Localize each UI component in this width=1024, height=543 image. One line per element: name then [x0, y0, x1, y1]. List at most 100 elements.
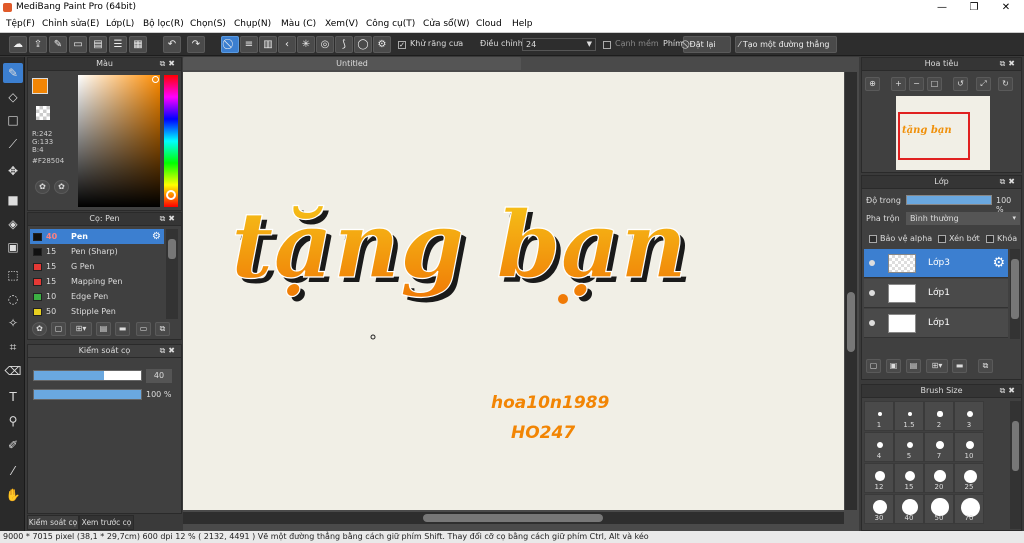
brush-size-cell[interactable]: 30: [864, 494, 894, 524]
eye-icon[interactable]: [869, 320, 875, 326]
brush-size-cell[interactable]: 25: [954, 463, 984, 493]
layer-folder-icon[interactable]: ▬: [952, 359, 967, 373]
brush-size-cell[interactable]: 50: [924, 494, 954, 524]
menu-layer[interactable]: Lớp(L): [106, 19, 134, 29]
vertical-scroll-thumb[interactable]: [847, 292, 855, 352]
horizontal-scroll-thumb[interactable]: [423, 514, 603, 522]
zoom-fit-icon[interactable]: ⊕: [865, 77, 880, 91]
layer-duplicate-icon[interactable]: ⧉: [978, 359, 993, 373]
snap-ellipse-icon[interactable]: ◯: [354, 36, 372, 53]
grid-icon[interactable]: ▦: [129, 36, 147, 53]
cloud-icon[interactable]: ☁: [9, 36, 27, 53]
zoom-out-icon[interactable]: −: [909, 77, 924, 91]
brush-item[interactable]: 40 Pen ⚙: [30, 229, 164, 244]
layer-image-icon[interactable]: ▣: [886, 359, 901, 373]
rotate-left-icon[interactable]: ↺: [953, 77, 968, 91]
layer-scroll-thumb[interactable]: [1011, 259, 1019, 319]
magic-wand-tool-icon[interactable]: ✧: [3, 313, 23, 333]
bucket-tool-icon[interactable]: ◈: [3, 214, 23, 234]
menu-window[interactable]: Cửa sổ(W): [423, 19, 469, 29]
panel-float-close-icon[interactable]: ⧉✖: [1000, 385, 1018, 397]
brush-size-cell[interactable]: 10: [954, 432, 984, 462]
transparent-color-swatch[interactable]: [36, 106, 50, 120]
snap-grid-icon[interactable]: ▥: [259, 36, 277, 53]
eye-icon[interactable]: [869, 260, 875, 266]
brush-item[interactable]: 50 Stipple Pen: [30, 304, 164, 319]
brush-list-scrollbar[interactable]: [166, 229, 178, 319]
select-rect-tool-icon[interactable]: ⬚: [3, 265, 23, 285]
canvas[interactable]: tặng bạn tặng bạn hoa10n1989 HO247: [183, 72, 844, 510]
share-icon[interactable]: ⇪: [29, 36, 47, 53]
panel-float-close-icon[interactable]: ⧉✖: [160, 345, 178, 357]
layer-list-scrollbar[interactable]: [1010, 249, 1020, 339]
navigator-preview[interactable]: tặng bạn: [896, 96, 990, 170]
select-eraser-tool-icon[interactable]: ⌫: [3, 361, 23, 381]
page-icon[interactable]: ▤: [89, 36, 107, 53]
brush-size-cell[interactable]: 4: [864, 432, 894, 462]
dropper-tool-icon[interactable]: ✐: [3, 435, 23, 455]
palette-icon[interactable]: ✿: [35, 180, 50, 194]
gradient-tool-icon[interactable]: ▣: [3, 237, 23, 257]
straight-line-button[interactable]: ⁄ Tạo một đường thẳng: [735, 36, 837, 53]
move-tool-icon[interactable]: ✥: [3, 161, 23, 181]
redo-icon[interactable]: ↷: [187, 36, 205, 53]
brush-list-scroll-thumb[interactable]: [168, 239, 176, 259]
undo-icon[interactable]: ↶: [163, 36, 181, 53]
brush-size-cell[interactable]: 2: [924, 401, 954, 431]
brush-size-cell[interactable]: 1: [864, 401, 894, 431]
brush-size-cell[interactable]: 12: [864, 463, 894, 493]
gear-icon[interactable]: ⚙: [992, 255, 1005, 271]
brush-opacity-slider[interactable]: [33, 389, 142, 400]
snap-parallel-icon[interactable]: ≡: [240, 36, 258, 53]
comment-icon[interactable]: ✎: [49, 36, 67, 53]
navigator-viewport[interactable]: [898, 112, 970, 160]
menu-help[interactable]: Help: [512, 19, 533, 29]
brush-size-cell[interactable]: 7: [924, 432, 954, 462]
tab-brush-control[interactable]: Kiểm soát cọ: [27, 515, 79, 530]
soft-edge-checkbox[interactable]: [603, 41, 611, 49]
lock-checkbox[interactable]: [986, 235, 994, 243]
menu-capture[interactable]: Chụp(N): [234, 19, 271, 29]
snap-settings-icon[interactable]: ⚙: [373, 36, 391, 53]
primary-color-swatch[interactable]: [32, 78, 48, 94]
pen-tool-icon[interactable]: ⟋: [3, 134, 23, 154]
eyedropper-tool-icon[interactable]: ⁄: [3, 461, 23, 481]
select-pen-tool-icon[interactable]: ⌗: [3, 337, 23, 357]
brush-size-cell[interactable]: 70: [954, 494, 984, 524]
hue-slider-handle[interactable]: [166, 190, 176, 200]
brush-size-cell[interactable]: 20: [924, 463, 954, 493]
menu-cloud[interactable]: Cloud: [476, 19, 502, 29]
layer-new-icon[interactable]: ▢: [866, 359, 881, 373]
antialias-checkbox[interactable]: ✓: [398, 41, 406, 49]
snap-curve-icon[interactable]: ⟆: [335, 36, 353, 53]
menu-color[interactable]: Màu (C): [281, 19, 316, 29]
brush-folder-icon[interactable]: ▬: [115, 322, 130, 336]
layer-opacity-slider[interactable]: [906, 195, 992, 205]
brush-size-cell[interactable]: 40: [894, 494, 924, 524]
snap-perspective-icon[interactable]: ‹: [278, 36, 296, 53]
layer-halftone-icon[interactable]: ▤: [906, 359, 921, 373]
layer-row[interactable]: Lớp1: [864, 309, 1008, 338]
palette-add-icon[interactable]: ✿: [54, 180, 69, 194]
text-tool-icon[interactable]: T: [3, 387, 23, 407]
brush-item[interactable]: 10 Edge Pen: [30, 289, 164, 304]
close-button[interactable]: ✕: [990, 0, 1022, 16]
menu-edit[interactable]: Chỉnh sửa(E): [42, 19, 99, 29]
gear-icon[interactable]: ⚙: [152, 229, 161, 244]
operation-tool-icon[interactable]: ⚲: [3, 411, 23, 431]
brush-size-slider[interactable]: [33, 370, 142, 381]
layer-add-menu-icon[interactable]: ⊞▾: [926, 359, 948, 373]
menu-file[interactable]: Tệp(F): [6, 19, 35, 29]
zoom-in-icon[interactable]: +: [891, 77, 906, 91]
eye-icon[interactable]: [869, 290, 875, 296]
lasso-tool-icon[interactable]: ◌: [3, 289, 23, 309]
menu-select[interactable]: Chọn(S): [190, 19, 226, 29]
brush-item[interactable]: 15 Pen (Sharp): [30, 244, 164, 259]
hue-slider[interactable]: [164, 75, 178, 207]
minimize-button[interactable]: —: [926, 0, 958, 16]
brush-size-cell[interactable]: 3: [954, 401, 984, 431]
clip-checkbox[interactable]: [938, 235, 946, 243]
panel-float-close-icon[interactable]: ⧉✖: [1000, 58, 1018, 70]
rectangle-tool-icon[interactable]: □: [3, 110, 23, 130]
list-icon[interactable]: ☰: [109, 36, 127, 53]
